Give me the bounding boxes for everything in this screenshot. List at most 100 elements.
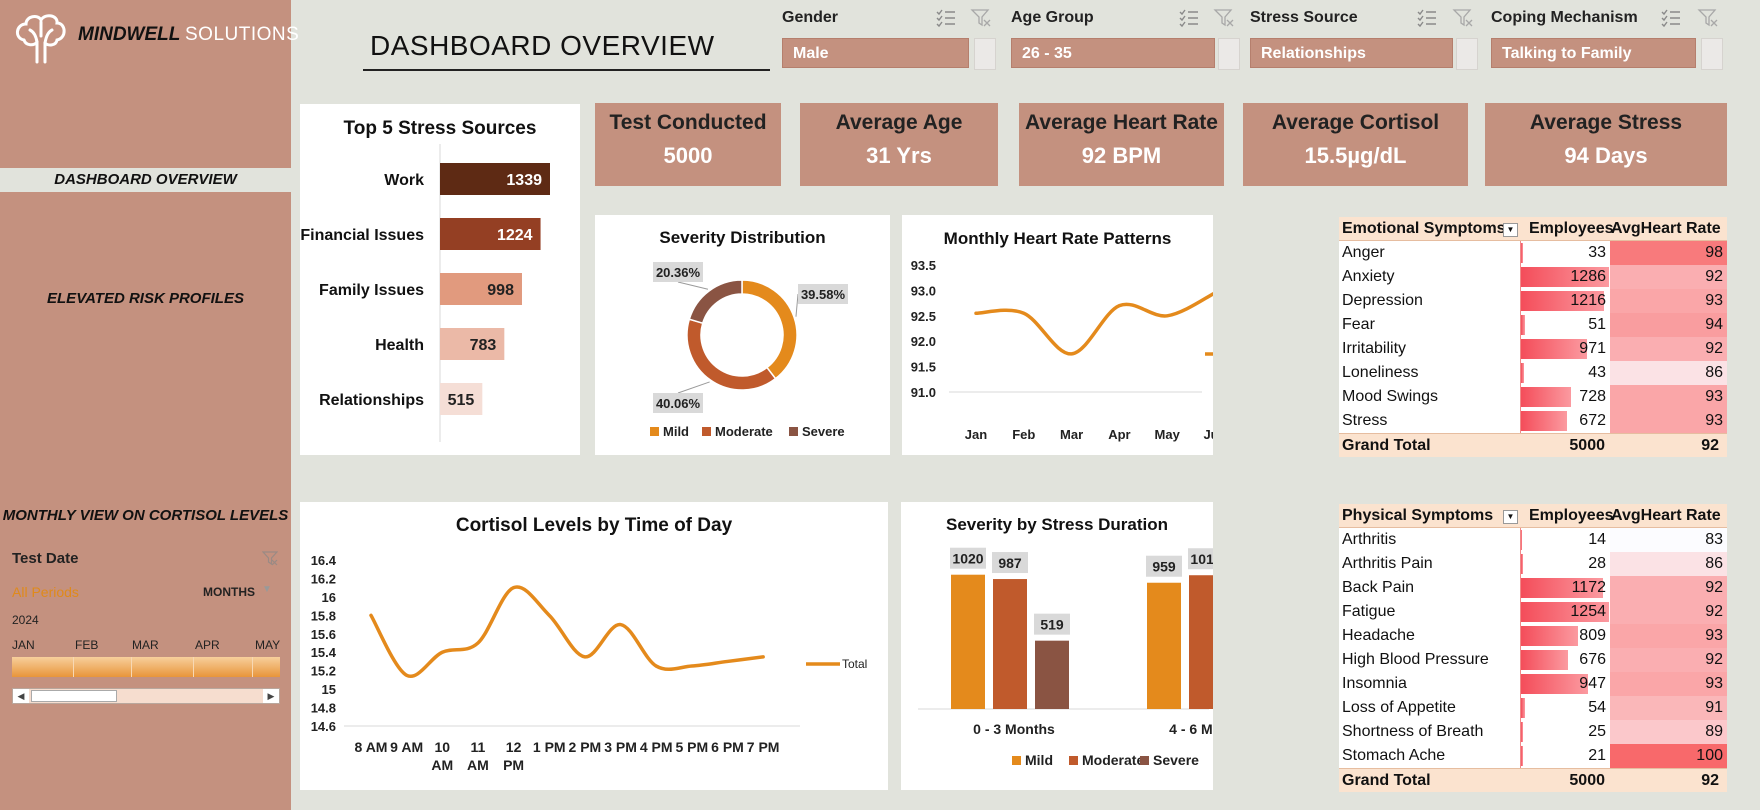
nav-dashboard-overview[interactable]: DASHBOARD OVERVIEW (0, 168, 291, 192)
clear-filter-icon[interactable] (1697, 8, 1719, 28)
kpi-label: Test Conducted (609, 111, 767, 134)
table-row: Arthritis 14 83 (1339, 528, 1727, 552)
y-tick-label: 14.6 (311, 719, 336, 734)
severity-duration-panel: Severity by Stress Duration 1020 987 519 0 … (901, 502, 1213, 790)
total-heart-rate: 92 (1701, 437, 1719, 454)
row-label: Depression (1342, 292, 1423, 309)
multi-select-icon[interactable] (1416, 8, 1438, 28)
total-heart-rate: 92 (1701, 772, 1719, 789)
nav-monthly-cortisol-view[interactable]: MONTHLY VIEW ON CORTISOL LEVELS (0, 507, 291, 524)
table-row: Fear 51 94 (1339, 313, 1727, 337)
legend-label: Severe (802, 424, 845, 439)
x-tick-label: PM (503, 757, 524, 773)
heart-rate-cell: 83 (1610, 528, 1727, 552)
row-label: Loneliness (1342, 364, 1419, 381)
column-header: Employees (1529, 220, 1614, 237)
y-tick-label: 16 (322, 590, 336, 605)
slicer-coping-title: Coping Mechanism (1491, 9, 1638, 26)
employees-value: 728 (1579, 388, 1606, 405)
timeline-selection-bar[interactable] (12, 657, 280, 677)
data-bar (1521, 530, 1522, 550)
cortisol-line-chart: 14.6 14.8 15 15.2 15.4 15.6 15.8 16 16.2 16.4 8 AM… (311, 553, 868, 773)
heart-rate-cell: 91 (1610, 696, 1727, 720)
data-bar (1521, 626, 1578, 646)
x-tick-label: AM (467, 757, 489, 773)
nav-elevated-risk-profiles[interactable]: ELEVATED RISK PROFILES (0, 290, 291, 307)
x-tick-label: 5 PM (676, 739, 709, 755)
slicer-gender-item[interactable]: Male (782, 38, 969, 68)
table-header: Physical Symptoms ▼ Employees AvgHeart R… (1339, 504, 1727, 528)
kpi-label: Average Stress (1529, 111, 1683, 134)
timeline-month-label: MAY (255, 638, 280, 652)
row-label: Stress (1342, 412, 1388, 429)
x-tick-label: May (1155, 427, 1181, 442)
timeline-scrollbar[interactable]: ◀ ▶ (12, 688, 280, 704)
employees-cell: 1216 (1520, 289, 1610, 313)
column-header: AvgHeart Rate (1611, 507, 1721, 524)
x-tick-label: 10 (435, 739, 451, 755)
data-label: 20.36% (656, 265, 701, 280)
column-header: Emotional Symptoms (1342, 220, 1506, 237)
multi-select-icon[interactable] (1660, 8, 1682, 28)
employees-cell: 676 (1520, 648, 1610, 672)
row-label: Insomnia (1342, 675, 1407, 692)
slicer-age-group-item[interactable]: 26 - 35 (1011, 38, 1215, 68)
stress-sources-panel: Top 5 Stress Sources Work 1339 Financial I… (300, 104, 580, 455)
row-label: Loss of Appetite (1342, 699, 1456, 716)
employees-cell: 947 (1520, 672, 1610, 696)
legend-swatch (650, 427, 659, 436)
multi-select-icon[interactable] (1178, 8, 1200, 28)
legend-swatch (1069, 756, 1078, 765)
clear-filter-icon[interactable] (1213, 8, 1235, 28)
slicer-scrollbar[interactable] (1218, 38, 1240, 70)
filter-dropdown-icon[interactable]: ▼ (1503, 510, 1518, 524)
cortisol-panel: Cortisol Levels by Time of Day 14.6 14.8 1… (300, 502, 888, 790)
severity-distribution-panel: Severity Distribution 39.58% 40.06% 20.36%… (595, 215, 890, 455)
employees-value: 54 (1588, 699, 1606, 716)
legend-swatch (702, 427, 711, 436)
clear-filter-icon[interactable] (1452, 8, 1474, 28)
table-header: Emotional Symptoms ▼ Employees AvgHeart … (1339, 217, 1727, 241)
table-row: Mood Swings 728 93 (1339, 385, 1727, 409)
scroll-right-icon[interactable]: ▶ (263, 689, 279, 703)
x-tick-label: 9 AM (390, 739, 423, 755)
employees-cell: 54 (1520, 696, 1610, 720)
x-tick-label: 12 (506, 739, 522, 755)
data-label: 783 (470, 337, 497, 354)
row-label: Back Pain (1342, 579, 1415, 596)
x-tick-label: Mar (1060, 427, 1083, 442)
chevron-down-icon[interactable]: ▼ (262, 584, 272, 595)
slicer-stress-source-title: Stress Source (1250, 9, 1358, 26)
employees-value: 1254 (1570, 603, 1606, 620)
legend-label: Moderate (1082, 752, 1144, 768)
heart-rate-panel: Monthly Heart Rate Patterns 91.0 91.5 92.0… (902, 215, 1213, 455)
clear-filter-icon[interactable] (970, 8, 992, 28)
slicer-scrollbar[interactable] (1701, 38, 1723, 70)
row-label: Mood Swings (1342, 388, 1439, 405)
y-tick-label: 15.4 (311, 645, 337, 660)
scrollbar-thumb[interactable] (31, 690, 117, 702)
multi-select-icon[interactable] (935, 8, 957, 28)
timeline-unit-dropdown[interactable]: MONTHS (203, 585, 255, 599)
kpi-label: Average Age (835, 111, 963, 134)
scroll-left-icon[interactable]: ◀ (13, 689, 29, 703)
series-line (974, 292, 1213, 356)
emotional-symptoms-table: Emotional Symptoms ▼ Employees AvgHeart … (1339, 217, 1727, 457)
clear-filter-icon[interactable] (262, 550, 278, 566)
leader-line (677, 381, 710, 394)
slicer-stress-source-item[interactable]: Relationships (1250, 38, 1453, 68)
employees-value: 809 (1579, 627, 1606, 644)
x-tick-label: 7 PM (747, 739, 780, 755)
kpi-value: 5000 (663, 143, 713, 168)
series-line (369, 585, 765, 678)
slicer-scrollbar[interactable] (974, 38, 996, 70)
employees-cell: 1286 (1520, 265, 1610, 289)
data-label: 959 (1152, 559, 1176, 575)
slicer-scrollbar[interactable] (1456, 38, 1478, 70)
x-tick-label: 4 PM (640, 739, 673, 755)
data-bar (1521, 243, 1524, 263)
employees-value: 25 (1588, 723, 1606, 740)
slicer-coping-item[interactable]: Talking to Family (1491, 38, 1696, 68)
legend-swatch (1140, 756, 1149, 765)
filter-dropdown-icon[interactable]: ▼ (1503, 223, 1518, 237)
